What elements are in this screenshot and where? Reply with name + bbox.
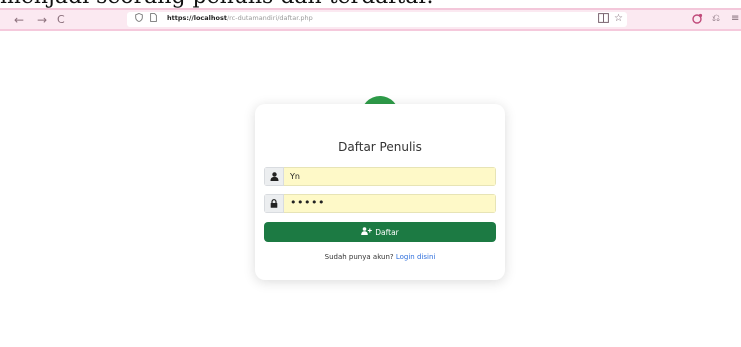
extensions-icon[interactable] — [692, 13, 703, 27]
page-icon — [150, 13, 157, 25]
url-path: /rc-dutamandiri/daftar.php — [226, 14, 313, 22]
login-prompt-text: Sudah punya akun? — [324, 253, 394, 261]
history-icon[interactable]: ⎌ — [712, 13, 720, 24]
form-title: Daftar Penulis — [338, 140, 422, 154]
user-icon — [264, 167, 284, 186]
back-icon[interactable]: ← — [14, 13, 24, 27]
submit-label: Daftar — [375, 227, 399, 237]
login-link[interactable]: Login disini — [396, 253, 435, 261]
forward-icon[interactable]: → — [37, 13, 47, 27]
page-caption-text: menjadi seorang penulis dan terdaftar. — [0, 0, 741, 8]
password-field[interactable]: ••••• — [264, 194, 496, 213]
shield-icon — [135, 13, 143, 25]
password-input[interactable]: ••••• — [284, 194, 496, 213]
lock-icon — [264, 194, 284, 213]
login-prompt: Sudah punya akun? Login disini — [255, 253, 505, 261]
browser-toolbar: ← → C https://localhost/rc-dutamandiri/d… — [0, 8, 741, 31]
username-input[interactable]: Yn — [284, 167, 496, 186]
reader-view-icon[interactable] — [598, 13, 609, 26]
user-plus-icon — [361, 227, 373, 237]
bookmark-star-icon[interactable]: ☆ — [614, 13, 623, 24]
username-field[interactable]: Yn — [264, 167, 496, 186]
url-host: https://localhost — [167, 14, 227, 22]
reload-icon[interactable]: C — [57, 13, 65, 27]
register-card: Daftar Penulis Yn ••••• Daftar Sudah pun… — [255, 104, 505, 280]
menu-icon[interactable]: ≡ — [731, 13, 739, 24]
address-bar[interactable]: https://localhost/rc-dutamandiri/daftar.… — [127, 12, 627, 27]
daftar-submit-button[interactable]: Daftar — [264, 222, 496, 242]
url-text[interactable]: https://localhost/rc-dutamandiri/daftar.… — [167, 14, 313, 22]
